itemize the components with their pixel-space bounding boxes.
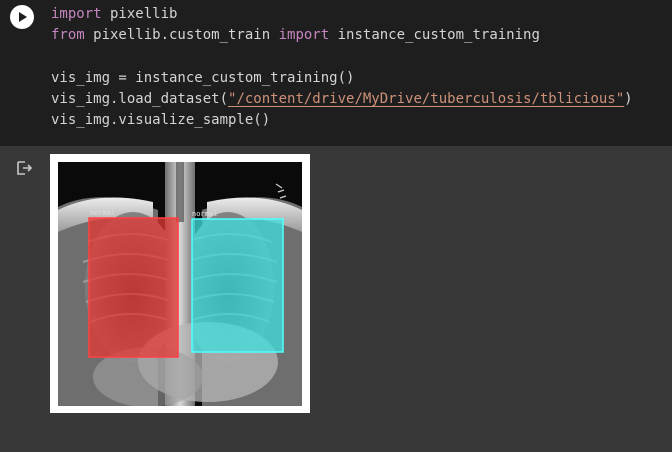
box-label-left: normal [90,209,115,217]
code-line: import pixellib [51,4,633,25]
code-editor[interactable]: import pixellib from pixellib.custom_trai… [51,4,633,131]
code-line: vis_img.visualize_sample() [51,110,633,131]
code-keyword: import [278,27,330,44]
code-token: vis_img.load_dataset( [51,90,229,107]
chest-xray-image: normal normal [58,162,302,406]
annotation-box-left: normal [88,209,179,358]
code-line: vis_img.load_dataset("/content/drive/MyD… [51,89,633,110]
code-string: "/content/drive/MyDrive/tuberculosis/tbl… [228,90,625,107]
annotation-box-right: normal [191,210,284,353]
output-redirect-icon[interactable] [15,159,33,177]
code-keyword: import [51,6,102,22]
play-icon [19,12,27,22]
box-label-right: normal [192,210,217,218]
code-token: ) [624,90,633,107]
run-cell-button[interactable] [10,5,34,29]
code-token: vis_img = instance_custom_training() [51,69,355,86]
code-line: from pixellib.custom_train import instan… [51,25,633,46]
code-token: vis_img.visualize_sample() [51,111,271,128]
code-token: pixellib.custom_train [84,27,279,44]
code-keyword: from [51,27,85,44]
code-token: pixellib [101,6,178,22]
cell-output: normal normal [0,146,672,452]
code-line: vis_img = instance_custom_training() [51,68,633,89]
code-cell[interactable]: import pixellib from pixellib.custom_trai… [0,0,672,146]
code-token: instance_custom_training [329,27,540,44]
